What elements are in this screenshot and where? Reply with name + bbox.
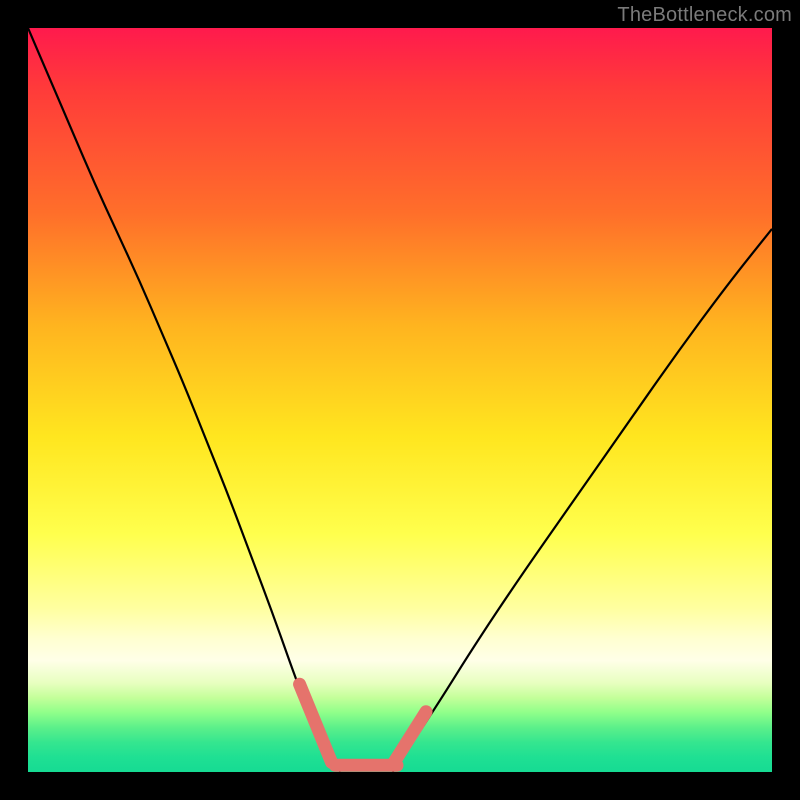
chart-overlay-svg (28, 28, 772, 772)
series-curve-left (28, 28, 340, 772)
plot-area (28, 28, 772, 772)
series-marker-segment-left (300, 684, 332, 762)
chart-frame: TheBottleneck.com (0, 0, 800, 800)
series-marker-segment-right (394, 712, 426, 763)
watermark-text: TheBottleneck.com (617, 4, 792, 27)
series-curve-right (393, 229, 772, 772)
